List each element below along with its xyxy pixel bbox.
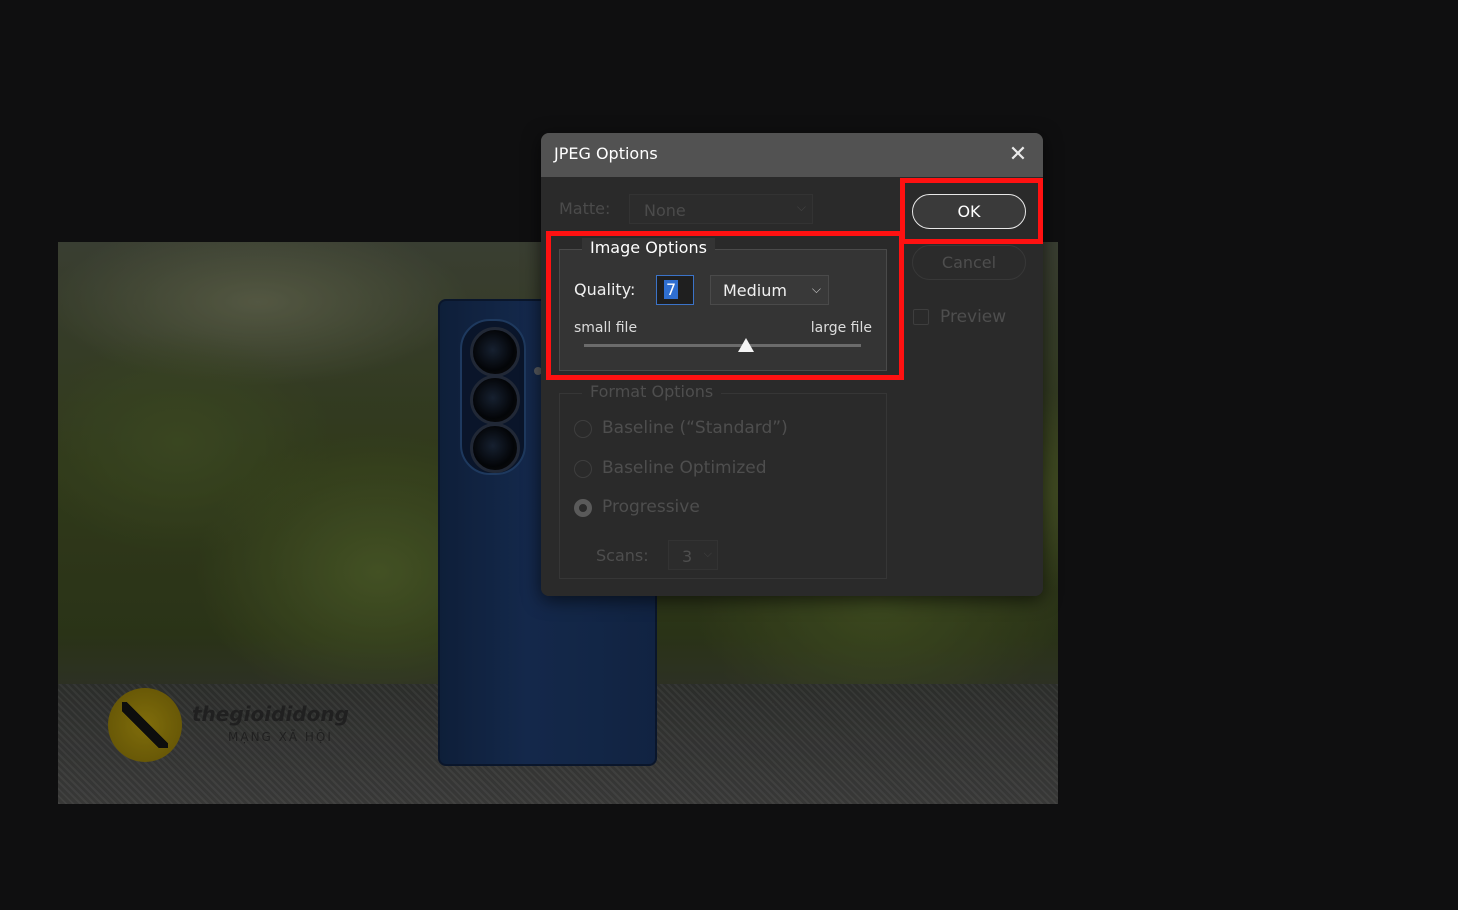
image-options-group: Image Options Quality: 7 Medium ⌵ small … <box>559 238 887 371</box>
screen: thegioididong MẠNG XÃ HỘI JPEG Options ✕… <box>0 0 1458 910</box>
dialog-titlebar: JPEG Options ✕ <box>541 133 1043 177</box>
quality-value: 7 <box>664 280 679 299</box>
radio-icon[interactable] <box>574 420 592 438</box>
radio-label: Progressive <box>602 497 700 517</box>
cancel-button[interactable]: Cancel <box>912 245 1026 280</box>
ok-button[interactable]: OK <box>912 194 1026 229</box>
dialog-body: Matte: None ⌵ Image Options Quality: 7 M… <box>541 177 1043 596</box>
matte-select[interactable]: None ⌵ <box>629 194 813 224</box>
large-file-label: large file <box>810 320 872 336</box>
quality-label: Quality: <box>574 280 636 299</box>
matte-label: Matte: <box>559 199 611 218</box>
quality-preset-select[interactable]: Medium ⌵ <box>710 275 829 305</box>
image-options-legend: Image Options <box>582 238 715 257</box>
small-file-label: small file <box>574 320 638 336</box>
chevron-down-icon: ⌵ <box>811 282 821 296</box>
format-options-group: Format Options Baseline (“Standard”) Bas… <box>559 382 887 579</box>
scans-select[interactable]: 3 ⌵ <box>668 540 718 570</box>
jpeg-options-dialog: JPEG Options ✕ Matte: None ⌵ Image Optio… <box>541 133 1043 596</box>
matte-value: None <box>644 201 686 220</box>
quality-preset-value: Medium <box>723 281 787 300</box>
chevron-down-icon: ⌵ <box>703 547 712 560</box>
radio-icon[interactable] <box>574 499 592 517</box>
radio-icon[interactable] <box>574 460 592 478</box>
quality-slider-thumb[interactable] <box>737 338 754 352</box>
quality-input[interactable]: 7 <box>656 275 694 305</box>
scans-label: Scans: <box>596 546 649 565</box>
format-options-legend: Format Options <box>582 382 722 401</box>
dialog-title: JPEG Options <box>554 144 658 163</box>
quality-slider-track[interactable] <box>584 344 861 347</box>
preview-label: Preview <box>940 307 1007 327</box>
radio-label: Baseline Optimized <box>602 458 767 478</box>
preview-checkbox[interactable] <box>913 309 929 325</box>
chevron-down-icon: ⌵ <box>796 200 806 214</box>
scans-value: 3 <box>682 547 693 566</box>
radio-label: Baseline (“Standard”) <box>602 418 788 438</box>
close-icon[interactable]: ✕ <box>1003 140 1033 170</box>
